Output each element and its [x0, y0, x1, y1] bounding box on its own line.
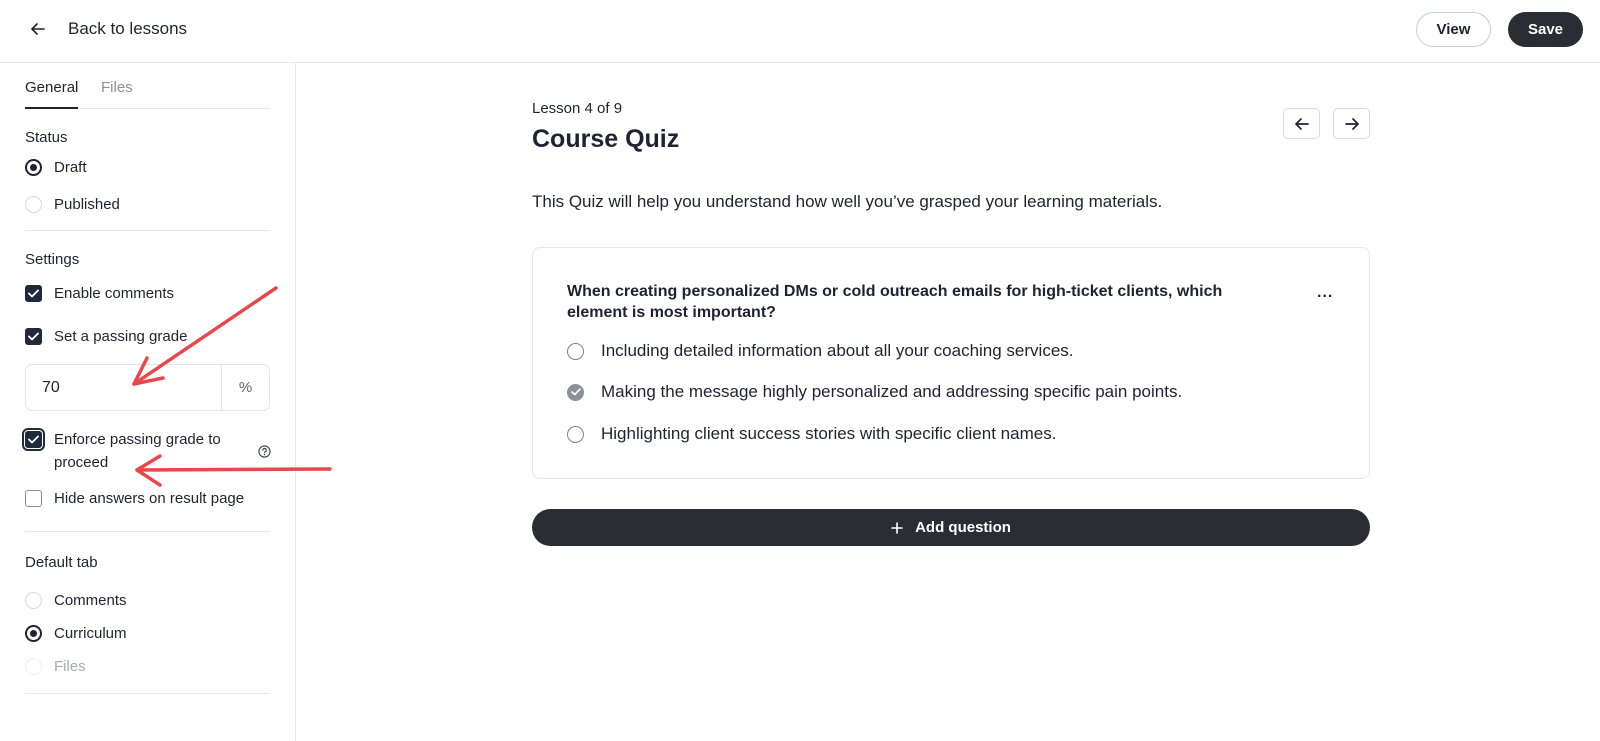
lesson-intro-text[interactable]: This Quiz will help you understand how w… [532, 192, 1162, 212]
answer-radio[interactable] [567, 425, 584, 443]
default-tab-comments-option[interactable]: Comments [25, 592, 127, 609]
radio-label: Files [54, 658, 86, 675]
checkbox-label: Hide answers on result page [54, 490, 245, 507]
question-card[interactable]: When creating personalized DMs or cold o… [532, 247, 1370, 479]
passing-grade-field: % [25, 364, 270, 411]
check-icon [28, 289, 39, 298]
radio-label: Curriculum [54, 625, 127, 642]
hide-answers-checkbox[interactable]: Hide answers on result page [25, 490, 244, 507]
status-draft-option[interactable]: Draft [25, 159, 87, 176]
answer-label: Including detailed information about all… [601, 341, 1074, 360]
tab-files[interactable]: Files [101, 79, 133, 109]
add-question-label: Add question [915, 519, 1011, 536]
radio-label: Published [54, 196, 120, 213]
radio-label: Draft [54, 159, 87, 176]
checkbox[interactable] [25, 328, 42, 345]
default-tab-section-title: Default tab [25, 554, 98, 571]
radio-button[interactable] [25, 196, 42, 213]
tab-general[interactable]: General [25, 79, 79, 109]
divider [25, 230, 270, 231]
status-section-title: Status [25, 129, 68, 146]
lesson-counter: Lesson 4 of 9 [532, 100, 623, 117]
sidebar-tabs: General Files [25, 79, 270, 109]
radio-button[interactable] [25, 625, 42, 642]
lesson-editor: Lesson 4 of 9 Course Quiz This Quiz will… [296, 63, 1600, 741]
check-icon [28, 435, 39, 444]
question-text: When creating personalized DMs or cold o… [567, 283, 1223, 321]
answer-label: Making the message highly personalized a… [601, 382, 1183, 401]
top-bar: Back to lessons View Save [0, 0, 1600, 63]
enable-comments-checkbox[interactable]: Enable comments [25, 285, 174, 302]
answer-option-correct[interactable]: Making the message highly personalized a… [567, 382, 1182, 402]
settings-section-title: Settings [25, 251, 80, 268]
radio-button [25, 658, 42, 675]
radio-label: Comments [54, 592, 127, 609]
plus-icon [891, 521, 903, 534]
settings-sidebar: General Files Status Draft Published Set… [0, 63, 296, 741]
divider [25, 693, 270, 694]
default-tab-curriculum-option[interactable]: Curriculum [25, 625, 127, 642]
correct-answer-icon[interactable] [567, 383, 584, 401]
next-lesson-button[interactable] [1333, 108, 1370, 139]
save-button[interactable]: Save [1508, 12, 1583, 47]
check-icon [28, 332, 39, 341]
answer-option[interactable]: Highlighting client success stories with… [567, 424, 1056, 444]
answer-label: Highlighting client success stories with… [601, 424, 1057, 443]
view-button[interactable]: View [1416, 12, 1491, 47]
checkbox-label: Enable comments [54, 285, 175, 302]
checkbox[interactable] [22, 428, 45, 451]
default-tab-files-option: Files [25, 658, 86, 675]
check-icon [570, 388, 581, 396]
checkbox-label: Set a passing grade [54, 328, 188, 345]
checkbox[interactable] [25, 285, 42, 302]
answer-option[interactable]: Including detailed information about all… [567, 341, 1074, 361]
radio-button[interactable] [25, 159, 42, 176]
checkbox[interactable] [25, 490, 42, 507]
add-question-button[interactable]: Add question [532, 509, 1370, 546]
status-published-option[interactable]: Published [25, 196, 120, 213]
enforce-passing-grade-checkbox[interactable]: Enforce passing grade to proceed [22, 428, 275, 474]
passing-grade-input[interactable] [26, 365, 221, 410]
back-label: Back to lessons [68, 19, 188, 38]
help-circle-icon[interactable] [258, 445, 271, 458]
set-passing-grade-checkbox[interactable]: Set a passing grade [25, 328, 187, 345]
arrow-left-icon [1294, 117, 1309, 130]
page-title: Course Quiz [532, 125, 680, 153]
checkbox-label: Enforce passing grade to proceed [54, 431, 221, 471]
divider [25, 531, 270, 532]
radio-button[interactable] [25, 592, 42, 609]
answer-radio[interactable] [567, 342, 584, 360]
back-to-lessons-link[interactable]: Back to lessons [28, 14, 187, 44]
arrow-right-icon [1344, 117, 1359, 130]
percent-suffix: % [221, 365, 269, 410]
previous-lesson-button[interactable] [1283, 108, 1320, 139]
more-options-button[interactable]: ... [1317, 284, 1333, 302]
arrow-left-icon [28, 19, 48, 39]
